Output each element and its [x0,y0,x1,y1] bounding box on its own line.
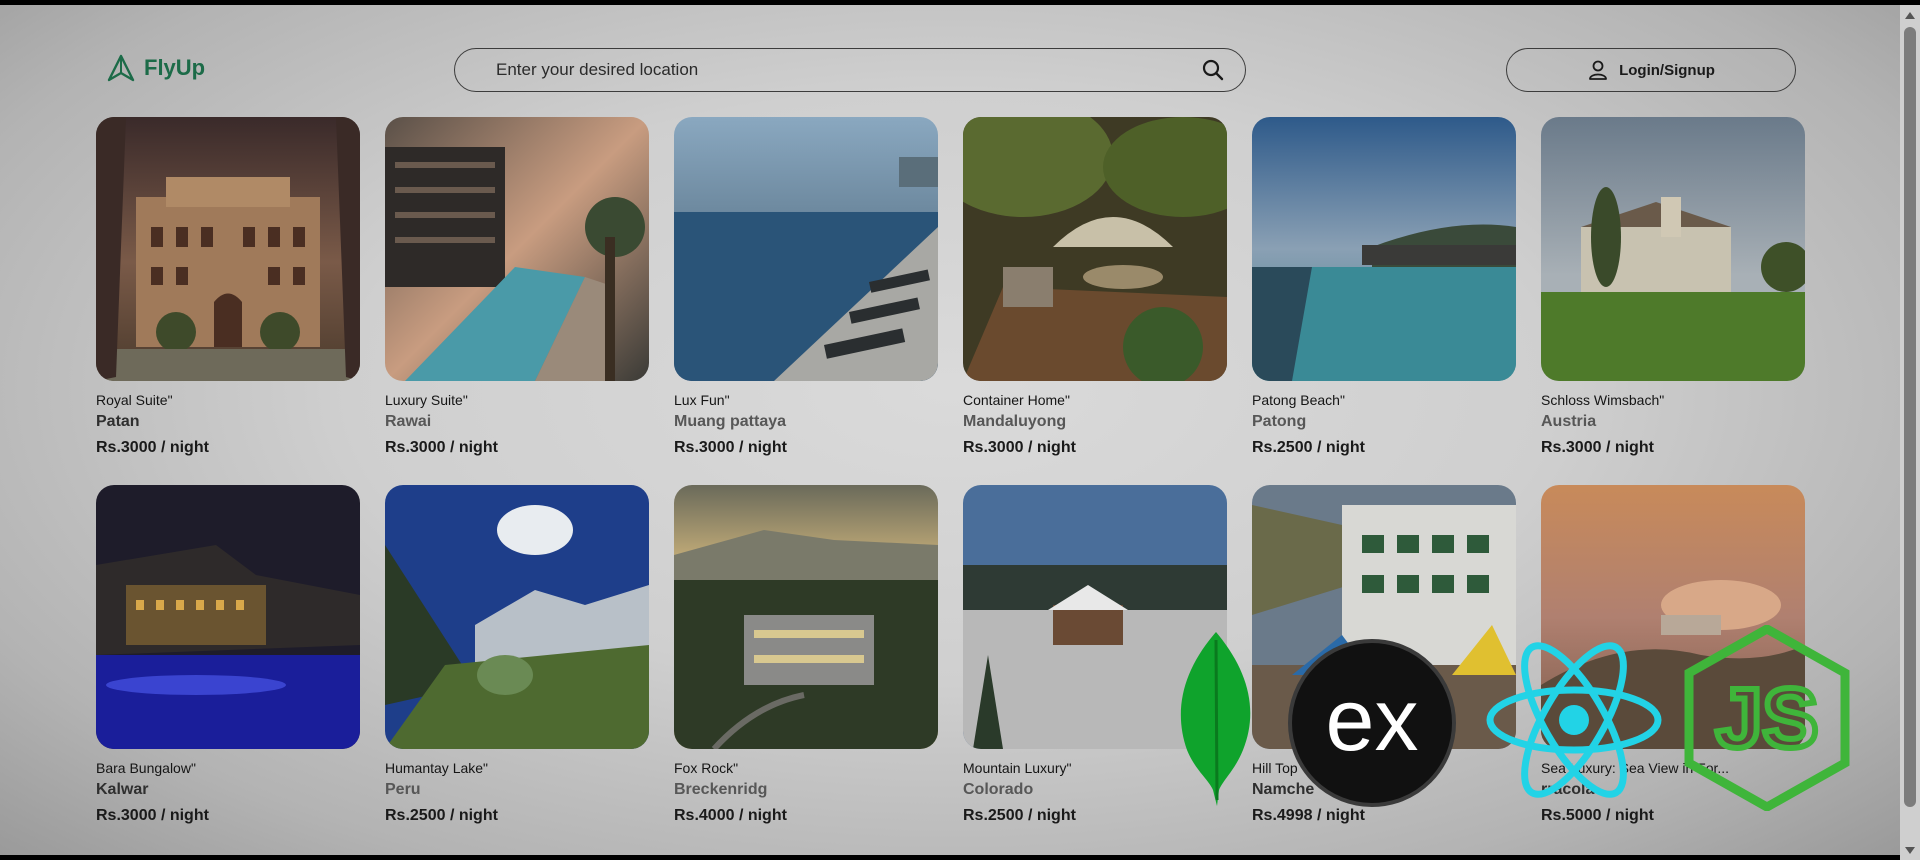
listing-title: Schloss Wimsbach" [1541,392,1665,408]
scroll-down-arrow-icon[interactable] [1905,847,1915,854]
listing-price: Rs.3000 / night [96,439,209,456]
search-bar[interactable] [454,48,1246,92]
listing-price: Rs.3000 / night [963,439,1076,456]
scroll-up-arrow-icon[interactable] [1905,12,1915,19]
listing-photo[interactable] [674,117,938,381]
listing-location: Breckenridg [674,781,768,798]
listing-location: Kalwar [96,781,149,798]
listing-location: Patong [1252,413,1307,430]
listing-title: Humantay Lake" [385,760,489,776]
listing-location: Austria [1541,413,1597,430]
brand-name: FlyUp [144,55,206,80]
listing-price: Rs.2500 / night [385,807,498,824]
listing-title: Luxury Suite" [385,392,468,408]
listing-location: Mandaluyong [963,413,1067,430]
listing-photo[interactable] [96,117,360,381]
react-atom-icon [1486,642,1662,798]
listing-photo[interactable] [385,485,649,749]
listing-price: Rs.4998 / night [1252,807,1365,824]
listing-title: Container Home" [963,392,1070,408]
mongodb-leaf-icon [1180,632,1251,806]
nodejs-logo-text: JS [1716,671,1819,765]
listing-title: Bara Bungalow" [96,760,196,776]
listing-price: Rs.3000 / night [96,807,209,824]
page-background: FlyUp Login/Signup [0,5,1900,855]
scrollbar-thumb[interactable] [1904,27,1916,807]
listing-location: Rawai [385,413,432,430]
listing-photo[interactable] [674,485,938,749]
listing-card[interactable]: Bara Bungalow" Kalwar Rs.3000 / night [96,485,360,827]
listing-price: Rs.4000 / night [674,807,787,824]
listing-location: Peru [385,781,421,798]
listing-photo[interactable] [96,485,360,749]
brand-logo[interactable]: FlyUp [106,53,205,83]
user-icon [1589,60,1607,80]
listing-card[interactable]: Fox Rock" Breckenridg Rs.4000 / night [674,485,938,827]
listing-card[interactable]: Humantay Lake" Peru Rs.2500 / night [385,485,649,827]
listing-photo[interactable] [385,117,649,381]
express-logo-text: ex [1326,670,1419,769]
express-logo-icon: ex [1288,639,1456,807]
login-signup-label: Login/Signup [1619,61,1715,79]
listing-card[interactable]: Patong Beach" Patong Rs.2500 / night [1252,117,1516,459]
listing-price: Rs.3000 / night [385,439,498,456]
compass-arrow-icon [107,54,135,82]
listing-title: Patong Beach" [1252,392,1345,408]
listing-card[interactable]: Container Home" Mandaluyong Rs.3000 / ni… [963,117,1227,459]
search-icon[interactable] [1201,58,1225,82]
listing-photo[interactable] [1252,117,1516,381]
search-input[interactable] [494,59,1201,81]
listing-photo[interactable] [1541,117,1805,381]
listing-title: Royal Suite" [96,392,173,408]
listing-location: Patan [96,413,140,430]
listing-price: Rs.3000 / night [1541,439,1654,456]
listing-card[interactable]: Schloss Wimsbach" Austria Rs.3000 / nigh… [1541,117,1805,459]
listing-title: Fox Rock" [674,760,739,776]
listing-card[interactable]: Luxury Suite" Rawai Rs.3000 / night [385,117,649,459]
vertical-scrollbar[interactable] [1900,5,1920,860]
listing-price: Rs.2500 / night [963,807,1076,824]
listing-title: Lux Fun" [674,392,730,408]
listing-price: Rs.2500 / night [1252,439,1365,456]
listing-card[interactable]: Lux Fun" Muang pattaya Rs.3000 / night [674,117,938,459]
login-signup-button[interactable]: Login/Signup [1506,48,1796,92]
nodejs-hexagon-icon: JS [1684,625,1850,811]
listing-card[interactable]: Royal Suite" Patan Rs.3000 / night [96,117,360,459]
listing-location: Muang pattaya [674,413,787,430]
listing-price: Rs.3000 / night [674,439,787,456]
listing-photo[interactable] [963,117,1227,381]
